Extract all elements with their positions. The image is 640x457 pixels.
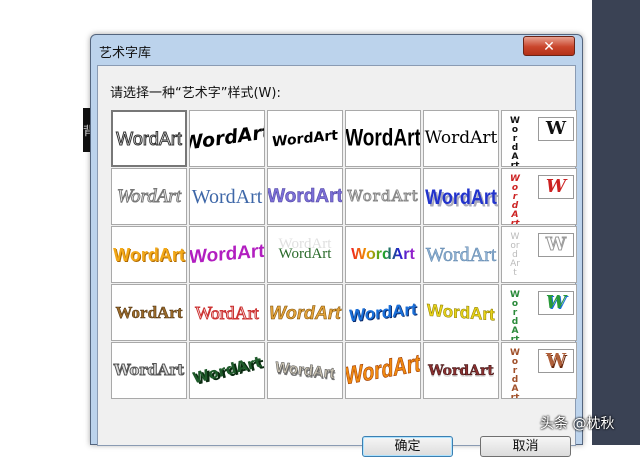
wordart-style-r1c6[interactable]: WordArt W [501,110,577,167]
wordart-style-r5c1[interactable]: WordArt [111,342,187,399]
wordart-preview-text: WordArt [425,243,497,266]
cancel-button[interactable]: 取消 [480,436,571,457]
wordart-preview-text: WordArt [345,125,421,152]
vertical-wordart-preview: WordArt [510,174,520,225]
wordart-style-r5c6[interactable]: WordArt W [501,342,577,399]
wordart-style-r4c3[interactable]: WordArt [267,284,343,341]
wordart-preview-text: WordArt [195,302,260,323]
wordart-style-r4c4[interactable]: WordArt [345,284,421,341]
wordart-style-r5c5[interactable]: WordArt [423,342,499,399]
wordart-preview-text: WordArt [190,352,264,388]
ok-button[interactable]: 确定 [362,436,453,457]
wordart-preview-text: WordArt [349,299,417,326]
vertical-wordart-preview: WordArt [510,348,520,399]
wordart-preview-text: WordArt [189,120,265,156]
wordart-preview-text: WordArt [115,303,183,322]
close-icon: ✕ [543,39,555,55]
watermark-text: 头条 @枕秋 [540,416,615,432]
wordart-preview-text: WordArt [116,186,182,207]
wordart-style-r5c2[interactable]: WordArt [189,342,265,399]
dialog-client-area: 请选择一种“艺术字”样式(W): WordArt WordArt WordArt… [97,65,577,457]
wordart-preview-text: WordArt [427,300,495,325]
wordart-preview-text: WordArt [269,302,341,323]
wordart-style-r1c5[interactable]: WordArt [423,110,499,167]
wordart-preview-text: WordArt [274,358,336,383]
wordart-style-r2c2[interactable]: WordArt [189,168,265,225]
wordart-w-icon: W [538,117,574,141]
wordart-preview-text: WordArt [351,245,415,263]
wordart-w-icon: W [538,175,574,199]
wordart-style-r3c2[interactable]: WordArt [189,226,265,283]
vertical-wordart-preview: WordArt [510,232,520,278]
dialog-title: 艺术字库 [99,46,152,61]
wordart-w-icon: W [538,291,574,315]
wordart-preview-text: WordArt [425,184,497,209]
wordart-style-r2c6[interactable]: WordArt W [501,168,577,225]
wordart-preview-text: WordArt [189,240,265,269]
wordart-preview-text: WordArt [116,128,183,149]
wordart-style-r4c5[interactable]: WordArt [423,284,499,341]
background-dark-panel [592,0,640,445]
wordart-style-r4c1[interactable]: WordArt [111,284,187,341]
wordart-style-r1c3[interactable]: WordArt [267,110,343,167]
wordart-preview-text: WordArt [278,246,332,262]
wordart-style-r3c3[interactable]: WordArt [267,226,343,283]
wordart-preview-text: WordArt [191,185,263,208]
wordart-style-r4c2[interactable]: WordArt [189,284,265,341]
wordart-style-r2c5[interactable]: WordArt [423,168,499,225]
wordart-preview-text: WordArt [347,187,419,205]
wordart-style-grid: WordArt WordArt WordArt WordArt WordArt … [111,110,577,399]
wordart-preview-text: WordArt [345,350,421,391]
wordart-style-r2c4[interactable]: WordArt [345,168,421,225]
wordart-style-r3c6[interactable]: WordArt W [501,226,577,283]
wordart-preview-text: WordArt [424,128,498,148]
wordart-style-r1c1[interactable]: WordArt [111,110,187,167]
wordart-style-r1c4[interactable]: WordArt [345,110,421,167]
wordart-preview-text: WordArt [113,361,185,379]
wordart-preview-text: WordArt [113,244,185,265]
close-button[interactable]: ✕ [523,36,575,56]
wordart-style-r3c1[interactable]: WordArt [111,226,187,283]
wordart-style-r5c4[interactable]: WordArt [345,342,421,399]
wordart-preview-text: WordArt [272,127,338,150]
wordart-style-r1c2[interactable]: WordArt [189,110,265,167]
wordart-style-r4c6[interactable]: WordArt W [501,284,577,341]
vertical-wordart-preview: WordArt [510,290,520,341]
vertical-wordart-preview: WordArt [510,116,520,167]
wordart-style-r5c3[interactable]: WordArt [267,342,343,399]
style-prompt-label: 请选择一种“艺术字”样式(W): [110,86,281,101]
wordart-style-r3c4[interactable]: WordArt [345,226,421,283]
wordart-gallery-dialog: 艺术字库 ✕ 请选择一种“艺术字”样式(W): WordArt WordArt … [90,34,583,457]
wordart-preview-text: WordArt [428,362,494,379]
wordart-style-r3c5[interactable]: WordArt [423,226,499,283]
wordart-preview-text: WordArt [267,186,343,207]
wordart-w-icon: W [538,349,574,373]
wordart-w-icon: W [538,233,574,257]
wordart-style-r2c1[interactable]: WordArt [111,168,187,225]
wordart-style-r2c3[interactable]: WordArt [267,168,343,225]
